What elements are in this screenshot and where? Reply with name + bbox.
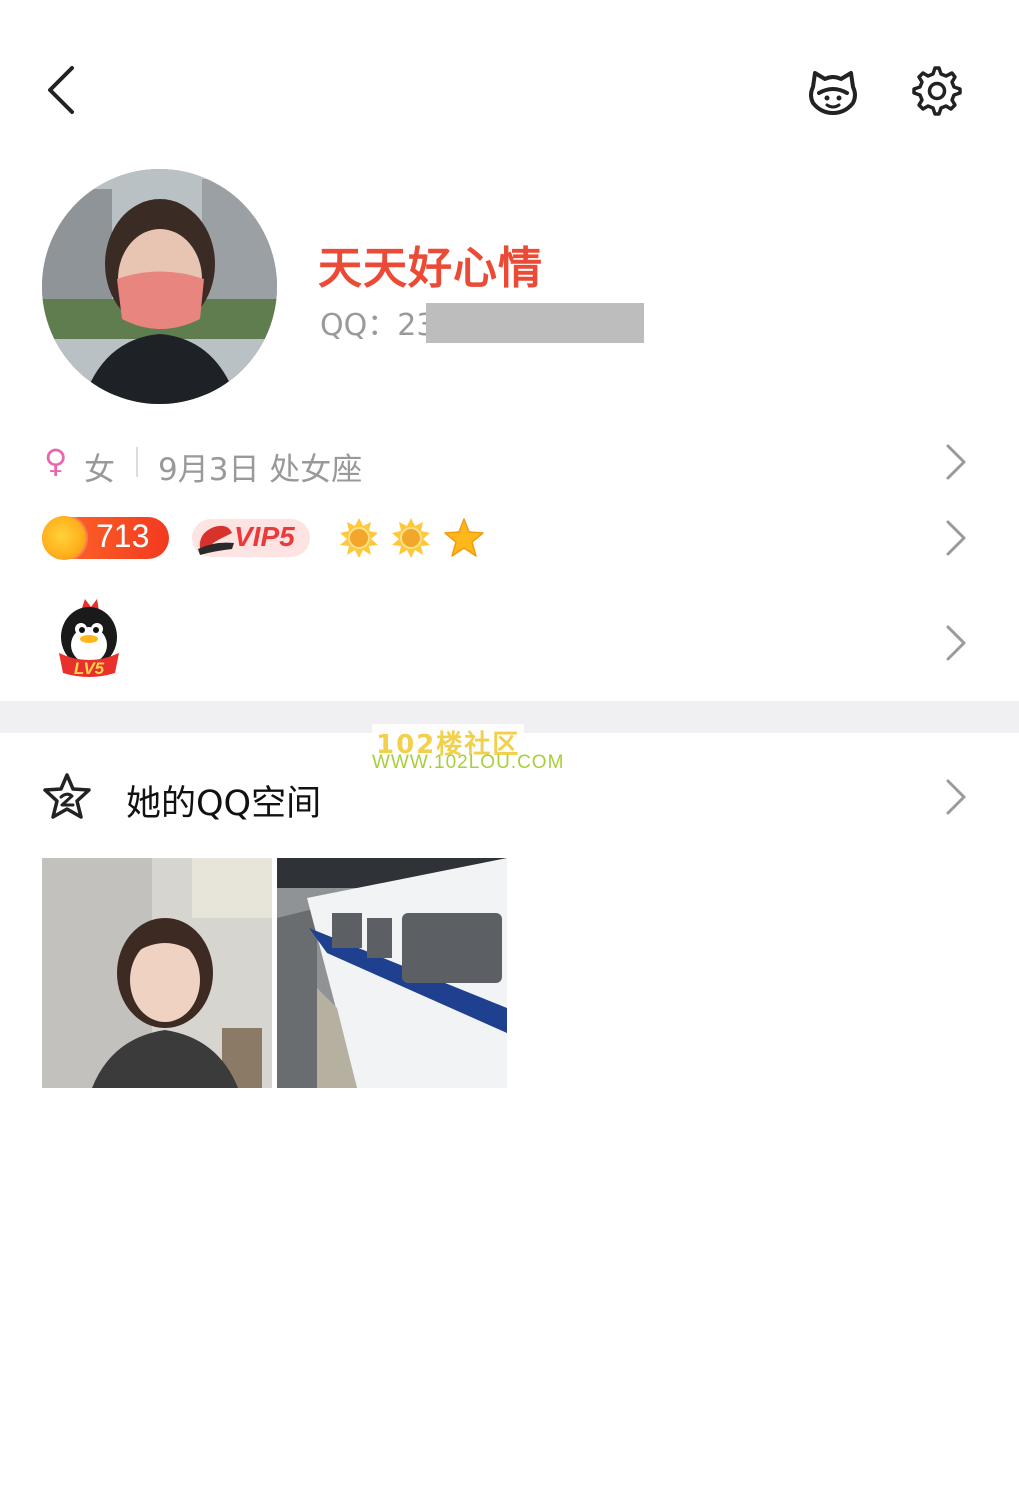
qzone-title: 她的QQ空间 xyxy=(126,784,322,824)
back-button[interactable] xyxy=(30,58,94,122)
info-separator xyxy=(136,447,138,477)
star-level-icon xyxy=(444,518,484,557)
photo-train xyxy=(277,858,507,1088)
vip-level: VIP5 xyxy=(234,521,295,552)
basic-info-row[interactable] xyxy=(0,420,1019,502)
bear-mascot-icon xyxy=(809,71,857,115)
chevron-right-icon xyxy=(946,625,966,661)
coin-badge: 713 xyxy=(42,516,169,560)
qzone-star-icon xyxy=(43,773,91,819)
female-icon: ♀ xyxy=(44,442,68,480)
vip-hat-icon xyxy=(198,525,234,555)
qq-level-badge: LV5 xyxy=(55,597,123,679)
sun-level-icon xyxy=(392,518,430,558)
gender-label: 女 xyxy=(84,452,115,488)
qzone-photo[interactable] xyxy=(277,858,507,1088)
penguin-level-icon: LV5 xyxy=(59,599,119,678)
settings-button[interactable] xyxy=(904,60,970,122)
photo-selfie xyxy=(42,858,272,1088)
chevron-left-icon xyxy=(48,66,74,114)
birthday-label: 9月3日 处女座 xyxy=(158,452,363,488)
level-row[interactable] xyxy=(0,596,1019,688)
coin-count: 713 xyxy=(96,518,150,554)
qq-number: QQ：23 xyxy=(320,308,436,343)
mascot-button[interactable] xyxy=(800,60,866,122)
qq-number-redaction xyxy=(426,303,644,343)
chevron-right-icon xyxy=(946,520,966,556)
level-text: LV5 xyxy=(74,659,105,678)
gear-icon xyxy=(912,66,962,116)
coin-icon xyxy=(42,516,86,560)
nickname: 天天好心情 xyxy=(318,243,543,294)
avatar[interactable] xyxy=(42,169,277,404)
sun-level-icon xyxy=(340,518,378,558)
vip-badge: VIP5 xyxy=(192,519,310,557)
avatar-photo xyxy=(42,169,277,404)
chevron-right-icon xyxy=(946,444,966,480)
qzone-photo[interactable] xyxy=(42,858,272,1088)
chevron-right-icon xyxy=(946,779,966,815)
